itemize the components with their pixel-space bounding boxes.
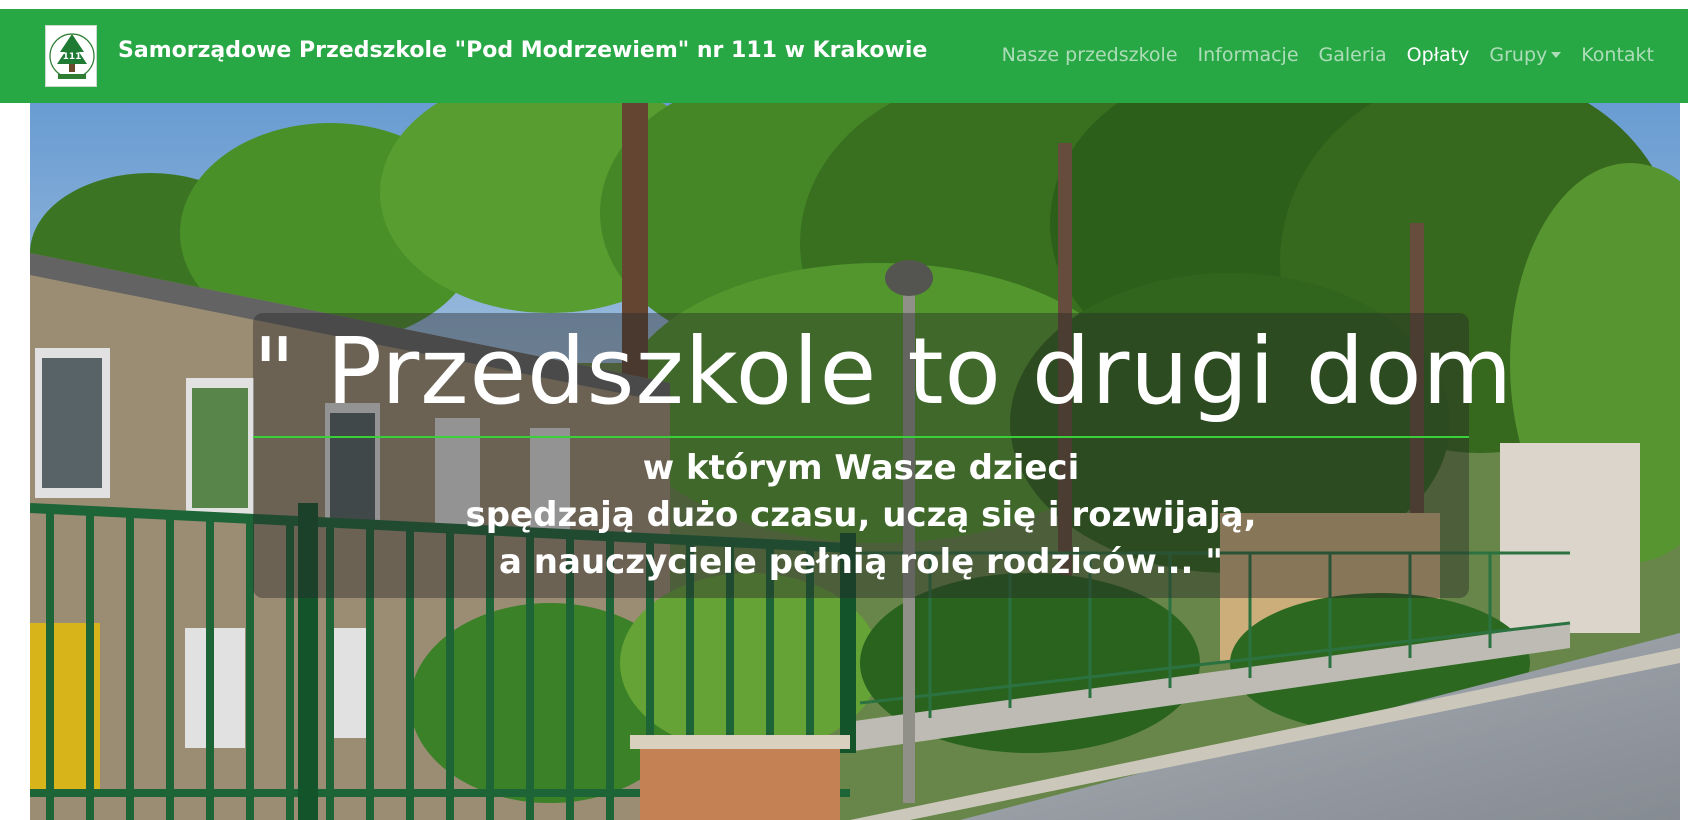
hero-caption: " Przedszkole to drugi dom w którym Wasz… (253, 313, 1514, 598)
nav-item-galeria[interactable]: Galeria (1319, 44, 1387, 66)
caption-divider (253, 436, 1469, 438)
nav-item-kontakt[interactable]: Kontakt (1581, 44, 1654, 66)
nav-item-informacje[interactable]: Informacje (1198, 44, 1299, 66)
nav-item-oplaty[interactable]: Opłaty (1407, 44, 1470, 66)
nav-item-nasze-przedszkole[interactable]: Nasze przedszkole (1002, 44, 1178, 66)
site-title[interactable]: Samorządowe Przedszkole "Pod Modrzewiem"… (118, 38, 927, 63)
hero-line-2: spędzają dużo czasu, uczą się i rozwijaj… (465, 495, 1257, 535)
hero-line-1: w którym Wasze dzieci (642, 448, 1080, 488)
hero-subtext: w którym Wasze dzieci spędzają dużo czas… (253, 445, 1469, 586)
hero-banner: " Przedszkole to drugi dom w którym Wasz… (30, 103, 1680, 820)
nav-item-grupy-label: Grupy (1489, 44, 1548, 66)
svg-text:111: 111 (63, 52, 82, 62)
hero-heading: " Przedszkole to drugi dom (253, 318, 1514, 425)
chevron-down-icon (1551, 52, 1562, 58)
main-nav: Nasze przedszkole Informacje Galeria Opł… (1002, 44, 1654, 66)
top-navbar: 111 Samorządowe Przedszkole "Pod Modrzew… (0, 9, 1688, 103)
kindergarten-logo[interactable]: 111 (45, 25, 97, 87)
nav-item-grupy-dropdown[interactable]: Grupy (1489, 44, 1562, 66)
hero-line-3: a nauczyciele pełnią rolę rodziców... " (499, 542, 1223, 582)
tree-logo-icon: 111 (49, 33, 95, 79)
